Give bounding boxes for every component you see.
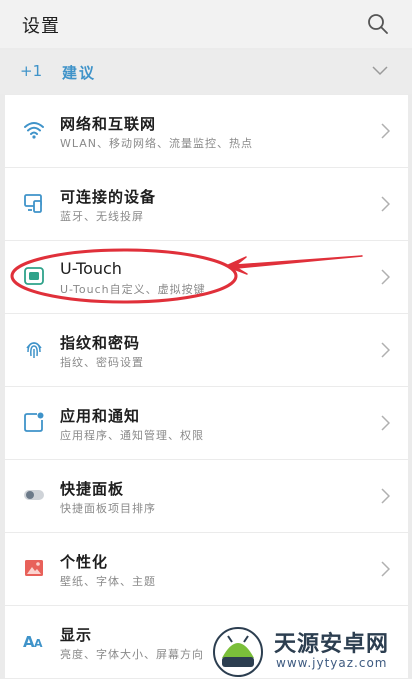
settings-item-personalize[interactable]: 个性化 壁纸、字体、主题 bbox=[5, 533, 408, 605]
settings-item-network[interactable]: 网络和互联网 WLAN、移动网络、流量监控、热点 bbox=[5, 95, 408, 167]
settings-item-title: 个性化 bbox=[60, 553, 109, 571]
suggestions-row[interactable]: +1 建议 bbox=[0, 50, 412, 94]
settings-item-title: 网络和互联网 bbox=[60, 115, 157, 133]
wifi-icon bbox=[24, 122, 44, 139]
font-size-icon: A A bbox=[23, 633, 43, 651]
suggestion-label: 建议 bbox=[62, 64, 97, 82]
chevron-right-icon bbox=[381, 196, 390, 212]
settings-list: 网络和互联网 WLAN、移动网络、流量监控、热点 可连接的设备 蓝牙、无线投屏 … bbox=[5, 95, 408, 679]
settings-item-title: U-Touch bbox=[60, 259, 122, 278]
settings-item-subtitle: WLAN、移动网络、流量监控、热点 bbox=[60, 137, 254, 150]
chevron-right-icon bbox=[381, 488, 390, 504]
settings-item-subtitle: 亮度、字体大小、屏幕方向 bbox=[60, 648, 204, 661]
app-header: 设置 bbox=[0, 0, 412, 48]
devices-icon bbox=[24, 194, 42, 213]
apps-notification-icon bbox=[24, 412, 44, 432]
page-title: 设置 bbox=[22, 16, 60, 37]
chevron-right-icon bbox=[381, 342, 390, 358]
settings-item-utouch[interactable]: U-Touch U-Touch自定义、虚拟按键 bbox=[5, 241, 408, 313]
settings-item-devices[interactable]: 可连接的设备 蓝牙、无线投屏 bbox=[5, 168, 408, 240]
fingerprint-icon bbox=[26, 342, 42, 358]
chevron-right-icon bbox=[381, 415, 390, 431]
settings-item-apps[interactable]: 应用和通知 应用程序、通知管理、权限 bbox=[5, 387, 408, 459]
settings-item-title: 快捷面板 bbox=[60, 480, 125, 498]
chevron-down-icon[interactable] bbox=[372, 66, 388, 76]
svg-text:A: A bbox=[34, 637, 43, 650]
settings-item-title: 显示 bbox=[60, 626, 93, 644]
settings-item-fingerprint[interactable]: 指纹和密码 指纹、密码设置 bbox=[5, 314, 408, 386]
watermark: 天源安卓网 www.jytyaz.com bbox=[208, 622, 412, 678]
suggestion-count: +1 bbox=[20, 62, 43, 80]
watermark-name: 天源安卓网 bbox=[274, 632, 390, 657]
settings-item-subtitle: 蓝牙、无线投屏 bbox=[60, 210, 144, 223]
settings-item-subtitle: U-Touch自定义、虚拟按键 bbox=[60, 283, 206, 296]
watermark-logo-icon bbox=[213, 627, 263, 677]
personalize-icon bbox=[25, 560, 43, 576]
search-icon[interactable] bbox=[366, 12, 390, 36]
settings-item-subtitle: 壁纸、字体、主题 bbox=[60, 575, 156, 588]
settings-item-quick-panel[interactable]: 快捷面板 快捷面板项目排序 bbox=[5, 460, 408, 532]
settings-item-subtitle: 快捷面板项目排序 bbox=[60, 502, 156, 515]
toggle-icon bbox=[24, 490, 44, 500]
settings-item-title: 指纹和密码 bbox=[60, 334, 141, 352]
utouch-icon bbox=[24, 267, 44, 285]
chevron-right-icon bbox=[381, 561, 390, 577]
watermark-url: www.jytyaz.com bbox=[276, 656, 388, 670]
settings-item-title: 可连接的设备 bbox=[60, 188, 157, 206]
chevron-right-icon bbox=[381, 269, 390, 285]
settings-item-title: 应用和通知 bbox=[60, 407, 141, 425]
chevron-right-icon bbox=[381, 123, 390, 139]
settings-item-subtitle: 指纹、密码设置 bbox=[60, 356, 144, 369]
settings-item-subtitle: 应用程序、通知管理、权限 bbox=[60, 429, 204, 442]
